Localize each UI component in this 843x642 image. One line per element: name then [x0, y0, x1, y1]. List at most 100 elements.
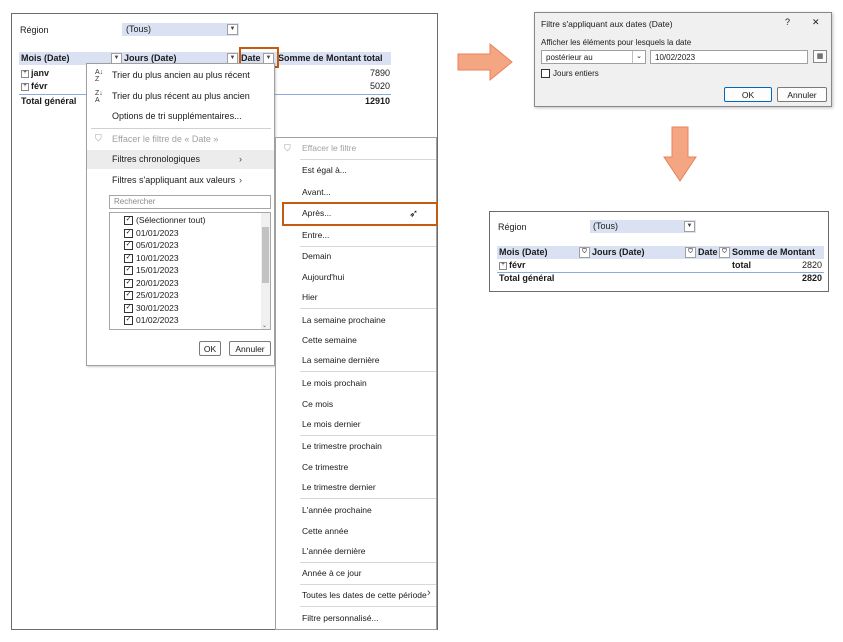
- region-dropdown-icon[interactable]: ▼: [227, 24, 238, 35]
- header-somme: Somme de Montant total: [730, 246, 824, 270]
- checkbox-icon[interactable]: [541, 69, 550, 79]
- region-filter[interactable]: (Tous) ▼: [590, 220, 696, 233]
- checkbox-icon[interactable]: ✓: [124, 216, 133, 226]
- filter-cancel-button[interactable]: Annuler: [229, 341, 271, 356]
- checkbox-icon[interactable]: ✓: [124, 278, 133, 288]
- submenu-item-next-week[interactable]: La semaine prochaine: [302, 311, 386, 329]
- submenu-chevron-icon: ›: [239, 175, 242, 185]
- scrollbar-thumb[interactable]: [262, 227, 269, 283]
- menu-separator: [300, 308, 436, 309]
- submenu-item-year-to-date[interactable]: Année à ce jour: [302, 564, 362, 582]
- submenu-item-this-week[interactable]: Cette semaine: [302, 331, 357, 349]
- filter-applied-icon[interactable]: ⛉: [685, 247, 696, 258]
- submenu-item-next-month[interactable]: Le mois prochain: [302, 374, 367, 392]
- list-item[interactable]: ✓ 20/01/2023: [124, 277, 205, 290]
- list-item[interactable]: ✓ 30/01/2023: [124, 302, 205, 315]
- sort-ascending-item[interactable]: Trier du plus ancien au plus récent: [87, 66, 272, 84]
- chrono-filters-label: Filtres chronologiques: [112, 154, 201, 164]
- values-list-items: ✓ (Sélectionner tout) ✓ 01/01/2023 ✓ 05/01/…: [124, 214, 205, 327]
- submenu-item-last-week[interactable]: La semaine dernière: [302, 351, 380, 369]
- whole-days-checkbox[interactable]: Jours entiers: [541, 69, 599, 79]
- filter-applied-icon[interactable]: ⛉: [719, 247, 730, 258]
- region-dropdown-icon[interactable]: ▼: [684, 221, 695, 232]
- submenu-item-equals[interactable]: Est égal à...: [302, 161, 347, 179]
- filter-ok-button[interactable]: OK: [199, 341, 221, 356]
- list-item[interactable]: ✓ 01/02/2023: [124, 314, 205, 327]
- submenu-item-next-year[interactable]: L'année prochaine: [302, 501, 372, 519]
- operator-select[interactable]: postérieur au ⌄: [541, 50, 646, 64]
- row-label: févr: [509, 260, 526, 270]
- submenu-item-this-year[interactable]: Cette année: [302, 522, 348, 540]
- submenu-item-last-year[interactable]: L'année dernière: [302, 542, 366, 560]
- region-filter[interactable]: (Tous) ▼: [122, 23, 239, 36]
- chrono-filters-item[interactable]: Filtres chronologiques ›: [87, 150, 272, 168]
- menu-separator: [91, 128, 271, 129]
- total-label: Total général: [21, 96, 77, 106]
- pivot-row[interactable]: + févr: [499, 259, 526, 272]
- search-placeholder: Rechercher: [114, 197, 156, 206]
- submenu-item-custom-filter[interactable]: Filtre personnalisé...: [302, 609, 379, 627]
- menu-separator: [300, 498, 436, 499]
- sort-more-item[interactable]: Options de tri supplémentaires...: [87, 107, 272, 125]
- dialog-ok-button[interactable]: OK: [724, 87, 772, 102]
- submenu-item-this-quarter[interactable]: Ce trimestre: [302, 458, 348, 476]
- header-mois-label: Mois (Date): [21, 53, 70, 63]
- pivot-row[interactable]: + janv: [21, 67, 49, 80]
- sort-descending-item[interactable]: Trier du plus récent au plus ancien: [87, 87, 272, 105]
- checkbox-icon[interactable]: ✓: [124, 291, 133, 301]
- total-value: 12910: [364, 96, 390, 106]
- submenu-item-today[interactable]: Aujourd'hui: [302, 268, 344, 286]
- submenu-item-last-month[interactable]: Le mois dernier: [302, 415, 361, 433]
- checkbox-icon[interactable]: ✓: [124, 241, 133, 251]
- list-scrollbar[interactable]: ⌄: [261, 213, 270, 329]
- submenu-item-tomorrow[interactable]: Demain: [302, 247, 331, 265]
- filter-applied-icon[interactable]: ⛉: [579, 247, 590, 258]
- submenu-item-between[interactable]: Entre...: [302, 226, 329, 244]
- menu-separator: [300, 562, 436, 563]
- list-item[interactable]: ✓ 01/01/2023: [124, 227, 205, 240]
- list-item[interactable]: ✓ 10/01/2023: [124, 252, 205, 265]
- help-icon[interactable]: ?: [785, 17, 790, 27]
- close-icon[interactable]: ✕: [812, 17, 820, 28]
- total-label: Total général: [499, 273, 555, 283]
- list-item[interactable]: ✓ 05/01/2023: [124, 239, 205, 252]
- list-item[interactable]: ✓ 25/01/2023: [124, 289, 205, 302]
- menu-separator: [300, 371, 436, 372]
- submenu-item-last-quarter[interactable]: Le trimestre dernier: [302, 478, 376, 496]
- list-item[interactable]: ✓ (Sélectionner tout): [124, 214, 205, 227]
- expand-icon[interactable]: +: [499, 261, 507, 270]
- pivot-row[interactable]: + févr: [21, 80, 48, 93]
- checkbox-icon[interactable]: ✓: [124, 253, 133, 263]
- search-input[interactable]: Rechercher: [109, 195, 271, 209]
- submenu-item-yesterday[interactable]: Hier: [302, 288, 318, 306]
- date-value-field[interactable]: 10/02/2023: [650, 50, 808, 64]
- value-filters-item[interactable]: Filtres s'appliquant aux valeurs ›: [87, 171, 272, 189]
- submenu-item-this-month[interactable]: Ce mois: [302, 395, 333, 413]
- clear-filter-item: Effacer le filtre de « Date »: [87, 130, 272, 148]
- calendar-icon[interactable]: ▦: [813, 50, 827, 63]
- row-value: 5020: [369, 81, 390, 91]
- value-filters-label: Filtres s'appliquant aux valeurs: [112, 175, 236, 185]
- chevron-down-icon[interactable]: ⌄: [632, 51, 645, 63]
- expand-icon[interactable]: +: [21, 69, 29, 78]
- expand-icon[interactable]: +: [21, 82, 29, 91]
- dialog-cancel-button[interactable]: Annuler: [777, 87, 827, 102]
- submenu-item-after[interactable]: Après...: [302, 204, 331, 222]
- list-item-label: 30/01/2023: [136, 302, 179, 313]
- submenu-chevron-icon: ›: [239, 154, 242, 164]
- checkbox-icon[interactable]: ✓: [124, 303, 133, 313]
- checkbox-icon[interactable]: ✓: [124, 266, 133, 276]
- checkbox-icon[interactable]: ✓: [124, 228, 133, 238]
- submenu-item-all-dates-in-period[interactable]: Toutes les dates de cette période: [302, 586, 427, 604]
- scroll-down-icon[interactable]: ⌄: [262, 322, 267, 329]
- values-list[interactable]: ✓ (Sélectionner tout) ✓ 01/01/2023 ✓ 05/01/…: [109, 212, 271, 330]
- submenu-item-before[interactable]: Avant...: [302, 183, 331, 201]
- submenu-item-next-quarter[interactable]: Le trimestre prochain: [302, 437, 382, 455]
- region-value: (Tous): [593, 221, 619, 231]
- checkbox-icon[interactable]: ✓: [124, 316, 133, 326]
- row-label: févr: [31, 81, 48, 91]
- list-item[interactable]: ✓ 15/01/2023: [124, 264, 205, 277]
- result-pivot-panel: Région (Tous) ▼ Mois (Date) ⛉ Jours (Dat…: [489, 211, 829, 292]
- funnel-clear-icon: ⛉: [284, 143, 291, 153]
- list-item-label: 01/02/2023: [136, 315, 179, 325]
